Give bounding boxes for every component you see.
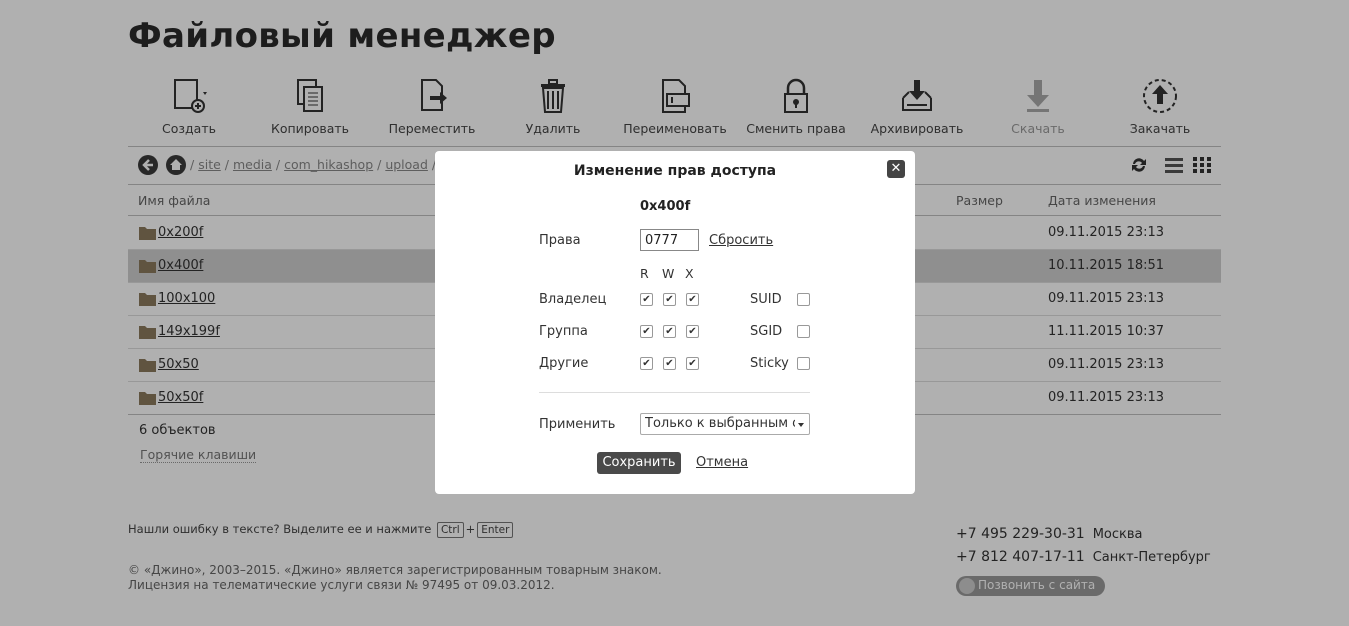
chevron-down-icon — [798, 423, 804, 427]
suid-checkbox[interactable] — [797, 293, 810, 306]
group-label: Группа — [539, 324, 588, 339]
sgid-checkbox[interactable] — [797, 325, 810, 338]
apply-select[interactable]: Только к выбранным об — [640, 413, 810, 435]
others-exec-checkbox[interactable]: ✔ — [686, 357, 699, 370]
dialog-title: Изменение прав доступа — [573, 163, 777, 179]
suid-label: SUID — [750, 292, 782, 307]
rights-input[interactable] — [640, 229, 699, 251]
others-read-checkbox[interactable]: ✔ — [640, 357, 653, 370]
owner-exec-checkbox[interactable]: ✔ — [686, 293, 699, 306]
sticky-label: Sticky — [750, 356, 789, 371]
reset-link[interactable]: Сбросить — [709, 233, 773, 248]
x-header: X — [685, 266, 694, 281]
cancel-link[interactable]: Отмена — [696, 455, 748, 470]
apply-label: Применить — [539, 417, 616, 432]
w-header: W — [662, 266, 675, 281]
r-header: R — [640, 266, 649, 281]
target-name: 0x400f — [640, 199, 691, 214]
owner-label: Владелец — [539, 292, 607, 307]
rights-label: Права — [539, 233, 581, 248]
others-write-checkbox[interactable]: ✔ — [663, 357, 676, 370]
owner-read-checkbox[interactable]: ✔ — [640, 293, 653, 306]
dialog-divider — [539, 392, 810, 393]
sgid-label: SGID — [750, 324, 783, 339]
group-write-checkbox[interactable]: ✔ — [663, 325, 676, 338]
save-button[interactable]: Сохранить — [597, 452, 681, 474]
group-exec-checkbox[interactable]: ✔ — [686, 325, 699, 338]
sticky-checkbox[interactable] — [797, 357, 810, 370]
owner-write-checkbox[interactable]: ✔ — [663, 293, 676, 306]
permissions-dialog: Изменение прав доступа ✕ 0x400f Права Сб… — [435, 151, 915, 494]
group-read-checkbox[interactable]: ✔ — [640, 325, 653, 338]
close-icon: ✕ — [890, 161, 902, 176]
others-label: Другие — [539, 356, 589, 371]
close-button[interactable]: ✕ — [887, 160, 905, 178]
